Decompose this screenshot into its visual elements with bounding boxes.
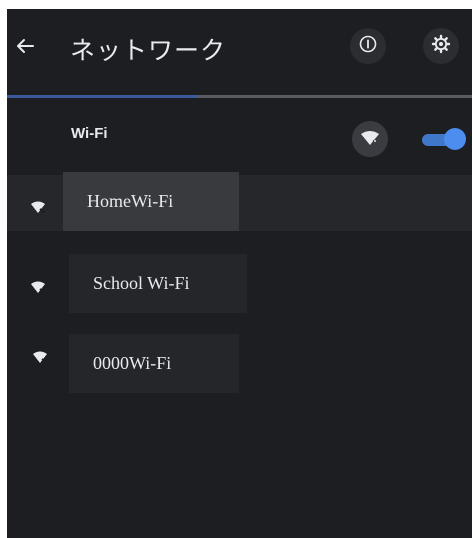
wifi-add-network-button[interactable]	[352, 121, 388, 157]
info-icon	[358, 34, 378, 58]
wifi-signal-icon	[31, 278, 46, 294]
info-button[interactable]	[350, 28, 386, 64]
wifi-signal-icon	[31, 198, 46, 214]
network-name: 0000Wi-Fi	[93, 353, 172, 373]
network-name: HomeWi-Fi	[87, 191, 174, 211]
wifi-label: Wi-Fi	[71, 125, 108, 142]
header-divider	[7, 95, 472, 98]
toggle-thumb	[444, 128, 466, 150]
network-settings-panel: ネットワーク Wi-Fi HomeWi-Fi School Wi-Fi 0000…	[7, 9, 472, 538]
page-title: ネットワーク	[70, 36, 227, 65]
wifi-signal-icon	[33, 348, 48, 364]
gear-icon	[431, 34, 451, 58]
header-bar: ネットワーク	[7, 9, 472, 98]
network-name: School Wi-Fi	[93, 273, 190, 293]
network-item-0000wifi[interactable]: 0000Wi-Fi	[69, 334, 239, 393]
settings-button[interactable]	[423, 28, 459, 64]
back-arrow-icon[interactable]	[13, 34, 37, 58]
wifi-toggle-row[interactable]: Wi-Fi	[7, 109, 472, 171]
wifi-toggle-switch[interactable]	[422, 128, 466, 150]
network-item-schoolwifi[interactable]: School Wi-Fi	[69, 254, 247, 313]
wifi-signal-icon	[361, 130, 379, 149]
network-item-homewifi[interactable]: HomeWi-Fi	[63, 172, 239, 231]
loading-progress-bar	[7, 95, 198, 98]
